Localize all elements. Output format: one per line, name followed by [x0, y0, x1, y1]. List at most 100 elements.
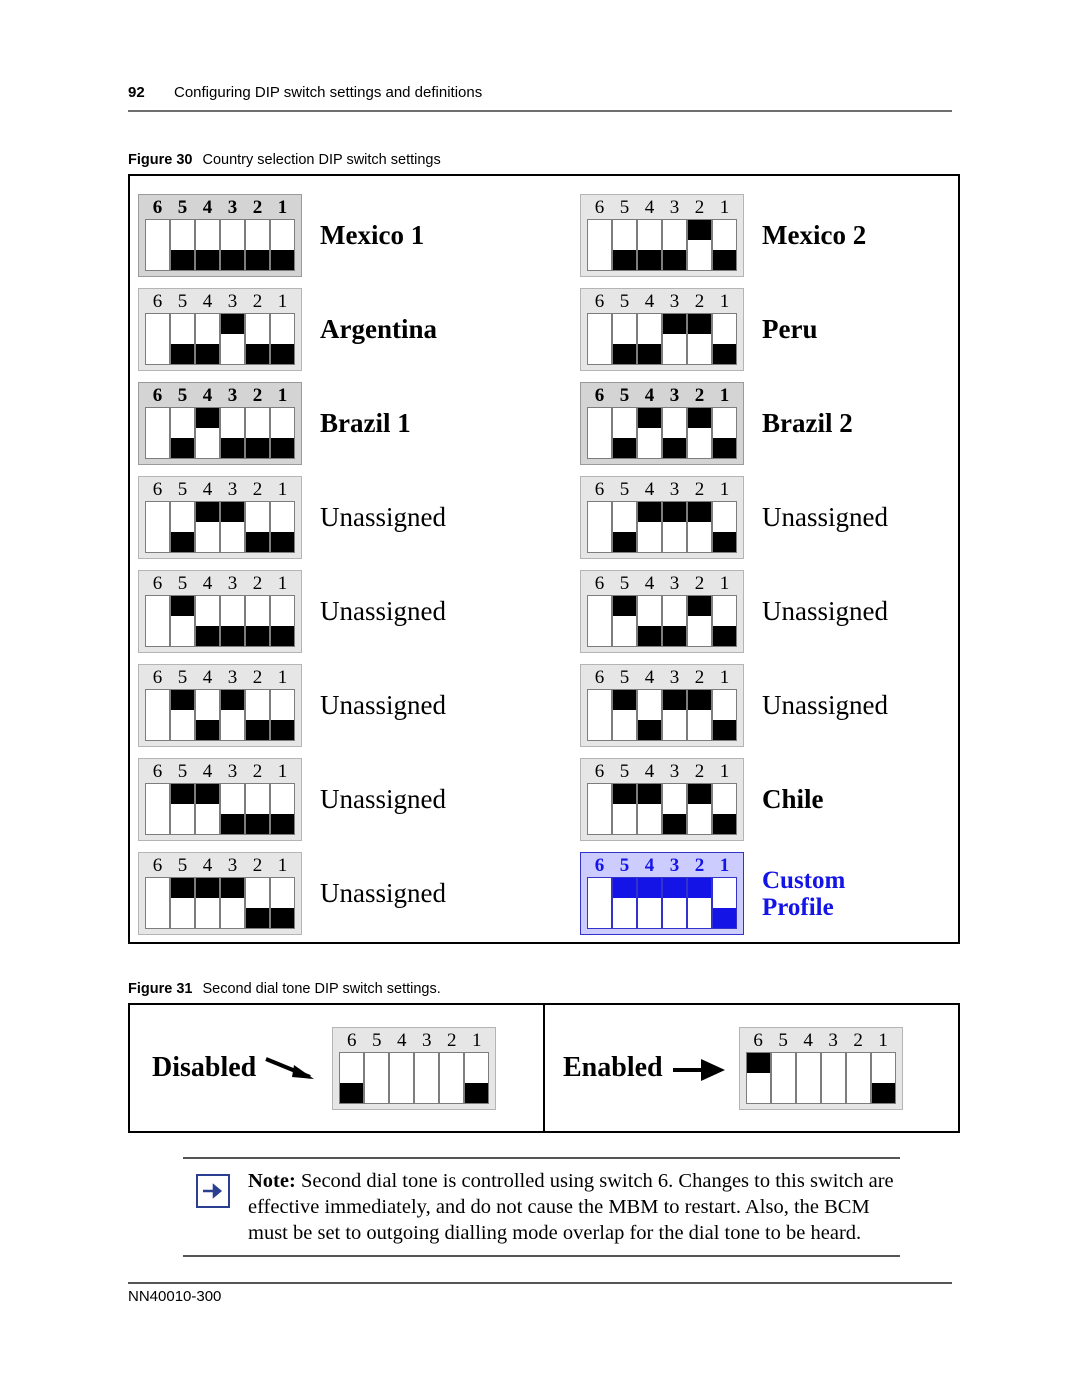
- dip-switch-2-down[interactable]: [245, 219, 270, 271]
- dip-switch-2-down[interactable]: [245, 501, 270, 553]
- dip-switch-3-down[interactable]: [220, 219, 245, 271]
- dip-switch-3-down[interactable]: [220, 595, 245, 647]
- dip-switch-3-down[interactable]: [662, 219, 687, 271]
- dip-switch-2-up[interactable]: [687, 313, 712, 365]
- dip-switch-block[interactable]: 654321: [332, 1026, 497, 1110]
- dip-switch-3-up[interactable]: [220, 501, 245, 553]
- dip-switch-block[interactable]: 654321: [138, 852, 302, 935]
- dip-switch-4-down[interactable]: [637, 219, 662, 271]
- dip-switch-4-down[interactable]: [195, 595, 220, 647]
- dip-switch-1-down[interactable]: [712, 877, 737, 929]
- dip-switch-3-none[interactable]: [414, 1051, 440, 1104]
- dip-switch-5-up[interactable]: [612, 689, 637, 741]
- dip-switch-5-down[interactable]: [170, 313, 195, 365]
- dip-switch-3-down[interactable]: [662, 595, 687, 647]
- dip-switch-1-down[interactable]: [712, 595, 737, 647]
- dip-switch-6-none[interactable]: [587, 783, 612, 835]
- dip-switch-3-up[interactable]: [662, 877, 687, 929]
- dip-switch-4-down[interactable]: [195, 313, 220, 365]
- dip-switch-6-none[interactable]: [145, 595, 170, 647]
- dip-switch-1-down[interactable]: [270, 877, 295, 929]
- dip-switch-1-down[interactable]: [712, 501, 737, 553]
- dip-switch-6-none[interactable]: [145, 407, 170, 459]
- dip-switch-2-down[interactable]: [245, 407, 270, 459]
- dip-switch-block[interactable]: 654321: [738, 1026, 903, 1110]
- dip-switch-6-down[interactable]: [339, 1051, 365, 1104]
- dip-switch-6-none[interactable]: [587, 219, 612, 271]
- dip-switch-2-none[interactable]: [439, 1051, 465, 1104]
- dip-switch-5-up[interactable]: [170, 595, 195, 647]
- dip-switch-2-up[interactable]: [687, 877, 712, 929]
- dip-switch-2-down[interactable]: [245, 689, 270, 741]
- dip-switch-6-none[interactable]: [145, 877, 170, 929]
- dip-switch-5-down[interactable]: [170, 501, 195, 553]
- dip-switch-block[interactable]: 654321: [138, 476, 302, 559]
- dip-switch-3-up[interactable]: [662, 313, 687, 365]
- dip-switch-5-up[interactable]: [612, 783, 637, 835]
- dip-switch-block[interactable]: 654321: [580, 476, 744, 559]
- dip-switch-2-up[interactable]: [687, 689, 712, 741]
- dip-switch-block[interactable]: 654321: [580, 382, 744, 465]
- dip-switch-2-down[interactable]: [245, 313, 270, 365]
- dip-switch-2-none[interactable]: [845, 1051, 871, 1104]
- dip-switch-6-none[interactable]: [145, 501, 170, 553]
- dip-switch-4-up[interactable]: [637, 783, 662, 835]
- dip-switch-6-none[interactable]: [145, 783, 170, 835]
- dip-switch-3-up[interactable]: [662, 501, 687, 553]
- dip-switch-6-none[interactable]: [587, 689, 612, 741]
- dip-switch-block[interactable]: 654321: [138, 570, 302, 653]
- dip-switch-6-up[interactable]: [745, 1051, 771, 1104]
- dip-switch-4-up[interactable]: [637, 877, 662, 929]
- dip-switch-2-up[interactable]: [687, 783, 712, 835]
- dip-switch-6-none[interactable]: [587, 877, 612, 929]
- dip-switch-4-down[interactable]: [637, 689, 662, 741]
- dip-switch-4-down[interactable]: [637, 595, 662, 647]
- dip-switch-6-none[interactable]: [587, 407, 612, 459]
- dip-switch-1-down[interactable]: [270, 689, 295, 741]
- dip-switch-3-down[interactable]: [662, 783, 687, 835]
- dip-switch-5-none[interactable]: [770, 1051, 796, 1104]
- dip-switch-3-up[interactable]: [220, 877, 245, 929]
- dip-switch-2-down[interactable]: [245, 783, 270, 835]
- dip-switch-5-none[interactable]: [364, 1051, 390, 1104]
- dip-switch-4-up[interactable]: [195, 501, 220, 553]
- dip-switch-5-down[interactable]: [612, 219, 637, 271]
- dip-switch-1-down[interactable]: [270, 313, 295, 365]
- dip-switch-6-none[interactable]: [587, 595, 612, 647]
- dip-switch-6-none[interactable]: [145, 313, 170, 365]
- dip-switch-6-none[interactable]: [587, 501, 612, 553]
- dip-switch-block[interactable]: 654321: [138, 194, 302, 277]
- dip-switch-5-up[interactable]: [612, 877, 637, 929]
- dip-switch-5-down[interactable]: [612, 313, 637, 365]
- dip-switch-block[interactable]: 654321: [580, 570, 744, 653]
- dip-switch-block[interactable]: 654321: [138, 288, 302, 371]
- dip-switch-4-up[interactable]: [195, 407, 220, 459]
- dip-switch-5-down[interactable]: [612, 407, 637, 459]
- dip-switch-1-down[interactable]: [270, 219, 295, 271]
- dip-switch-3-up[interactable]: [220, 313, 245, 365]
- dip-switch-5-down[interactable]: [170, 407, 195, 459]
- dip-switch-5-down[interactable]: [612, 501, 637, 553]
- dip-switch-3-up[interactable]: [220, 689, 245, 741]
- dip-switch-4-down[interactable]: [195, 689, 220, 741]
- dip-switch-block[interactable]: 654321: [138, 758, 302, 841]
- dip-switch-1-down[interactable]: [712, 313, 737, 365]
- dip-switch-1-down[interactable]: [712, 689, 737, 741]
- dip-switch-1-down[interactable]: [870, 1051, 896, 1104]
- dip-switch-1-down[interactable]: [712, 219, 737, 271]
- dip-switch-4-up[interactable]: [195, 877, 220, 929]
- dip-switch-6-none[interactable]: [587, 313, 612, 365]
- dip-switch-4-down[interactable]: [195, 219, 220, 271]
- dip-switch-5-down[interactable]: [170, 219, 195, 271]
- dip-switch-2-up[interactable]: [687, 219, 712, 271]
- dip-switch-1-down[interactable]: [712, 407, 737, 459]
- dip-switch-4-up[interactable]: [637, 407, 662, 459]
- dip-switch-3-up[interactable]: [662, 689, 687, 741]
- dip-switch-1-down[interactable]: [464, 1051, 490, 1104]
- dip-switch-6-none[interactable]: [145, 689, 170, 741]
- dip-switch-block[interactable]: 654321: [580, 664, 744, 747]
- dip-switch-1-down[interactable]: [270, 783, 295, 835]
- dip-switch-4-none[interactable]: [795, 1051, 821, 1104]
- dip-switch-6-none[interactable]: [145, 219, 170, 271]
- dip-switch-block[interactable]: 654321: [580, 194, 744, 277]
